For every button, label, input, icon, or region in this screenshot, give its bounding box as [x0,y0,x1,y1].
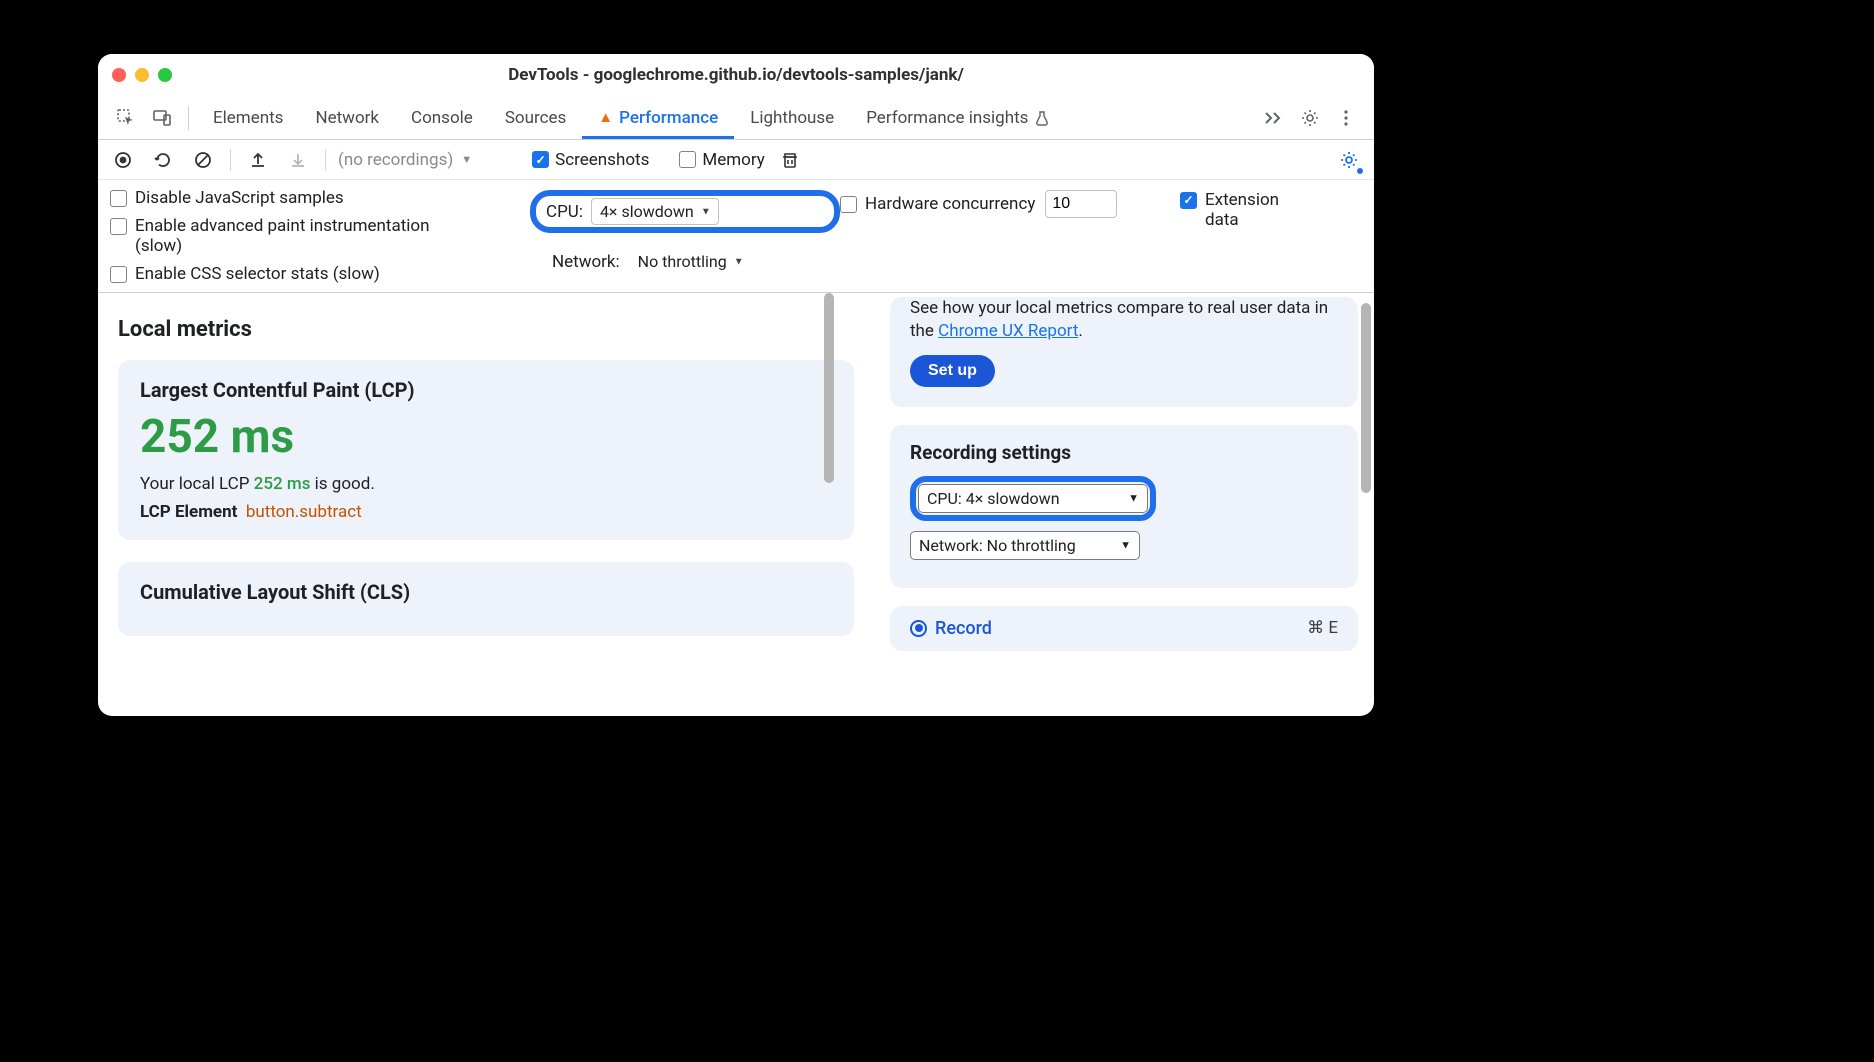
crux-link[interactable]: Chrome UX Report [938,321,1078,341]
tab-lighthouse[interactable]: Lighthouse [734,96,850,139]
field-data-text: See how your local metrics compare to re… [910,297,1338,343]
cpu-throttling-select[interactable]: 4× slowdown [591,198,719,225]
lcp-value: 252 ms [140,410,832,464]
memory-checkbox[interactable]: Memory [679,150,764,170]
window-controls [112,68,172,82]
warning-icon: ▲ [598,108,613,126]
disable-js-label: Disable JavaScript samples [135,188,344,208]
hw-concurrency-label: Hardware concurrency [865,194,1035,214]
load-profile-icon[interactable] [243,145,273,175]
recording-settings-heading: Recording settings [910,441,1338,464]
devtools-window: DevTools - googlechrome.github.io/devtoo… [98,54,1374,716]
record-label: Record [935,618,992,639]
advanced-paint-checkbox[interactable]: Enable advanced paint instrumentation (s… [110,216,530,256]
cls-title: Cumulative Layout Shift (CLS) [140,580,832,604]
recordings-dropdown[interactable]: (no recordings) ▼ [338,150,472,170]
hardware-concurrency-input[interactable] [1045,190,1117,218]
screenshots-checkbox[interactable]: Screenshots [532,150,649,170]
advanced-paint-label: Enable advanced paint instrumentation (s… [135,216,475,256]
recording-network-select[interactable]: Network: No throttling [910,531,1140,560]
garbage-collect-icon[interactable] [775,145,805,175]
field-data-card: See how your local metrics compare to re… [890,297,1358,407]
right-scrollbar[interactable] [1361,303,1371,493]
screenshots-label: Screenshots [555,150,649,170]
tab-sources-label: Sources [505,108,566,128]
tab-console-label: Console [411,108,473,128]
recordings-label: (no recordings) [338,150,453,170]
network-label: Network: [552,252,620,272]
sidebar-pane: See how your local metrics compare to re… [874,293,1374,716]
tab-performance[interactable]: ▲ Performance [582,96,734,139]
css-stats-label: Enable CSS selector stats (slow) [135,264,380,284]
tab-lighthouse-label: Lighthouse [750,108,834,128]
tab-network-label: Network [315,108,379,128]
record-link[interactable]: Record [910,618,992,639]
css-selector-stats-checkbox[interactable]: Enable CSS selector stats (slow) [110,264,530,284]
performance-toolbar: (no recordings) ▼ Screenshots Memory [98,140,1374,180]
clear-button[interactable] [188,145,218,175]
tab-sources[interactable]: Sources [489,96,582,139]
save-profile-icon[interactable] [283,145,313,175]
more-tabs-icon[interactable] [1256,100,1292,136]
cpu-value: 4× slowdown [600,202,694,221]
local-metrics-heading: Local metrics [118,317,854,342]
chevron-down-icon: ▼ [461,153,472,166]
recording-settings-card: Recording settings CPU: 4× slowdown Netw… [890,425,1358,588]
tab-console[interactable]: Console [395,96,489,139]
record-icon [910,620,927,637]
lcp-element-label: LCP Element [140,502,237,522]
device-toolbar-icon[interactable] [144,100,180,136]
window-title: DevTools - googlechrome.github.io/devtoo… [98,65,1374,85]
titlebar: DevTools - googlechrome.github.io/devtoo… [98,54,1374,96]
maximize-window-button[interactable] [158,68,172,82]
lcp-element-selector[interactable]: button.subtract [246,502,362,522]
record-action-card: Record ⌘ E [890,606,1358,651]
minimize-window-button[interactable] [135,68,149,82]
record-button[interactable] [108,145,138,175]
cls-card: Cumulative Layout Shift (CLS) [118,562,854,636]
cls-value [140,612,832,620]
inspect-element-icon[interactable] [108,100,144,136]
memory-label: Memory [702,150,764,170]
cpu-throttling-highlight: CPU: 4× slowdown [530,190,840,233]
network-throttling-select[interactable]: No throttling [630,249,751,274]
setup-button[interactable]: Set up [910,355,995,387]
left-scrollbar[interactable] [824,293,834,483]
lcp-title: Largest Contentful Paint (LCP) [140,378,832,402]
tab-network[interactable]: Network [299,96,395,139]
tab-elements[interactable]: Elements [197,96,299,139]
capture-settings-icon[interactable] [1334,145,1364,175]
reload-record-button[interactable] [148,145,178,175]
record-shortcut: ⌘ E [1307,618,1338,638]
performance-body: Local metrics Largest Contentful Paint (… [98,293,1374,716]
tab-performance-insights[interactable]: Performance insights [850,96,1066,139]
lcp-element-row: LCP Element button.subtract [140,502,832,522]
lcp-card: Largest Contentful Paint (LCP) 252 ms Yo… [118,360,854,540]
close-window-button[interactable] [112,68,126,82]
tab-insights-label: Performance insights [866,108,1028,128]
lcp-description: Your local LCP 252 ms is good. [140,474,832,494]
capture-settings-panel: Disable JavaScript samples Enable advanc… [98,180,1374,293]
tab-performance-label: Performance [619,108,718,128]
settings-gear-icon[interactable] [1292,100,1328,136]
extension-data-label: Extension data [1205,190,1295,230]
hardware-concurrency-checkbox[interactable]: Hardware concurrency [840,194,1035,214]
kebab-menu-icon[interactable] [1328,100,1364,136]
network-value: No throttling [638,252,727,271]
flask-icon [1034,110,1050,126]
local-metrics-pane: Local metrics Largest Contentful Paint (… [98,293,874,716]
extension-data-checkbox[interactable]: Extension data [1180,190,1295,230]
disable-js-samples-checkbox[interactable]: Disable JavaScript samples [110,188,530,208]
recording-cpu-select[interactable]: CPU: 4× slowdown [918,484,1148,513]
cpu-label: CPU: [546,202,583,222]
tab-elements-label: Elements [213,108,283,128]
cpu-select-highlight: CPU: 4× slowdown [910,476,1156,521]
panel-tabstrip: Elements Network Console Sources ▲ Perfo… [98,96,1374,140]
